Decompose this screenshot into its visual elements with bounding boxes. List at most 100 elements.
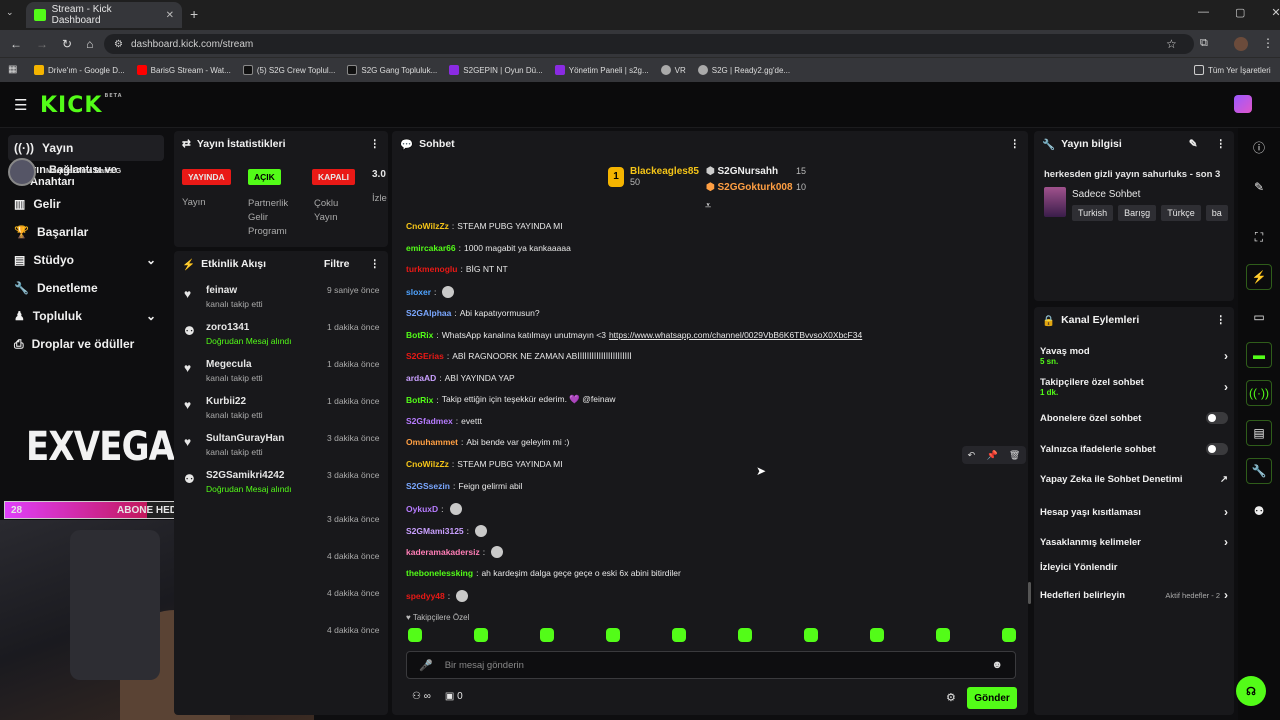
- sidebar-item-droplar[interactable]: ⎙ Droplar ve ödüller: [8, 331, 164, 357]
- profile-avatar[interactable]: [1234, 37, 1248, 51]
- kebab-menu-icon[interactable]: ⋮: [1216, 138, 1227, 150]
- activity-row[interactable]: ⚉ S2GSamikri4242 Doğrudan Mesaj alındı 3…: [182, 468, 382, 504]
- sidebar-item-basarilar[interactable]: 🏆 Başarılar: [8, 219, 164, 245]
- sidebar-item-gelir[interactable]: ▥ Gelir: [8, 191, 164, 217]
- channel-action-row[interactable]: Hedefleri belirleyin Aktif hedefler - 2 ›: [1040, 588, 1228, 602]
- kebab-menu-icon[interactable]: ⋮: [370, 258, 381, 270]
- tag[interactable]: Turkish: [1072, 205, 1114, 221]
- category-name[interactable]: Sadece Sohbet: [1072, 189, 1140, 200]
- edit-icon[interactable]: ✎: [1246, 174, 1272, 200]
- browser-tab[interactable]: Stream - Kick Dashboard ✕: [26, 2, 182, 28]
- chat-username[interactable]: S2GAlphaa: [406, 308, 451, 318]
- filter-button[interactable]: Filtre: [324, 258, 350, 270]
- delete-icon[interactable]: 🗑: [1009, 450, 1020, 461]
- browser-menu-icon[interactable]: ⋮: [1262, 36, 1274, 50]
- site-info-icon[interactable]: ⚙: [114, 39, 123, 50]
- send-button[interactable]: Gönder: [967, 687, 1017, 709]
- wrench-icon[interactable]: 🔧: [1246, 458, 1272, 484]
- channel-action-row[interactable]: Takipçilere özel sohbet 1 dk. ›: [1040, 377, 1228, 397]
- emote-icon[interactable]: [672, 628, 686, 642]
- channel-action-row[interactable]: Yalnızca ifadelerle sohbet: [1040, 443, 1228, 455]
- kebab-menu-icon[interactable]: ⋮: [370, 138, 381, 150]
- chat-message[interactable]: OykuxD:: [406, 503, 462, 515]
- chat-username[interactable]: S2GSsezin: [406, 481, 450, 491]
- emote-icon[interactable]: [474, 628, 488, 642]
- chat-message[interactable]: S2GMami3125:: [406, 525, 488, 537]
- activity-row[interactable]: ♥ SultanGurayHan kanalı takip etti 3 dak…: [182, 431, 382, 467]
- channel-action-row[interactable]: Yapay Zeka ile Sohbet Denetimi ↗: [1040, 474, 1228, 485]
- chat-message[interactable]: Omuhammet: Abi bende var geleyim mi :): [406, 437, 569, 447]
- layout-icon[interactable]: ▤: [1246, 420, 1272, 446]
- activity-username[interactable]: S2GSamikri4242: [206, 470, 284, 481]
- tab-list-button[interactable]: ⌄: [6, 7, 20, 21]
- sidebar-item-denetleme[interactable]: 🔧 Denetleme: [8, 275, 164, 301]
- chat-input[interactable]: 🎤 Bir mesaj gönderin ☻: [406, 651, 1016, 679]
- toggle-switch[interactable]: [1206, 443, 1228, 455]
- activity-username[interactable]: Megecula: [206, 359, 252, 370]
- users-infinity-icon[interactable]: ⚇ ∞: [412, 691, 431, 702]
- leaderboard-second[interactable]: ⬢ S2GNursahh: [706, 166, 778, 177]
- chat-message[interactable]: S2GErias: ABİ RAGNOORK NE ZAMAN ABİİİİİİİ…: [406, 351, 632, 361]
- chat-username[interactable]: ardaAD: [406, 373, 436, 383]
- tag[interactable]: Türkçe: [1161, 205, 1201, 221]
- chat-message[interactable]: emircakar66:1000 magabit ya kankaaaaa: [406, 243, 571, 253]
- channel-action-row[interactable]: Yavaş mod 5 sn. ›: [1040, 346, 1228, 366]
- chat-scrollbar[interactable]: [1028, 582, 1031, 604]
- kebab-menu-icon[interactable]: ⋮: [1216, 314, 1227, 326]
- all-bookmarks[interactable]: Tüm Yer İşaretleri: [1194, 65, 1271, 75]
- activity-username[interactable]: SultanGurayHan: [206, 433, 284, 444]
- chat-username[interactable]: emircakar66: [406, 243, 456, 253]
- activity-row[interactable]: ♥ feinaw kanalı takip etti 9 saniye önce: [182, 283, 382, 319]
- bookmark-item[interactable]: Yönetim Paneli | s2g...: [554, 65, 649, 75]
- broadcast-icon[interactable]: ((·)): [1246, 380, 1272, 406]
- lightning-icon[interactable]: ⚡: [1246, 264, 1272, 290]
- tag[interactable]: ba: [1205, 205, 1228, 221]
- info-icon[interactable]: ⓘ: [1246, 134, 1272, 160]
- chat-message[interactable]: CnoWilzZz: STEAM PUBG YAYINDA MI: [406, 459, 563, 469]
- forward-icon[interactable]: →: [36, 37, 48, 51]
- toggle-switch[interactable]: [1206, 412, 1228, 424]
- chat-link[interactable]: https://www.whatsapp.com/channel/0029VbB…: [609, 330, 862, 340]
- pin-icon[interactable]: 📌: [986, 450, 997, 461]
- close-window-icon[interactable]: ✕: [1271, 6, 1280, 19]
- support-button[interactable]: ☊: [1236, 676, 1266, 706]
- chat-message[interactable]: S2Gfadmex: evettt: [406, 416, 482, 426]
- chat-username[interactable]: kaderamakadersiz: [406, 547, 480, 557]
- community-icon[interactable]: ⚉: [1246, 498, 1272, 524]
- chat-username[interactable]: S2GErias: [406, 351, 444, 361]
- user-avatar[interactable]: [1234, 95, 1252, 113]
- chat-message[interactable]: S2GSsezin: Feign gelirmi abil: [406, 481, 523, 491]
- activity-username[interactable]: Kurbii22: [206, 396, 246, 407]
- chat-username[interactable]: BotRix: [406, 330, 433, 340]
- activity-row[interactable]: ⚉ zoro1341 Doğrudan Mesaj alındı 1 dakik…: [182, 320, 382, 356]
- activity-username[interactable]: feinaw: [206, 285, 237, 296]
- activity-row[interactable]: ♥ Kurbii22 kanalı takip etti 1 dakika ön…: [182, 394, 382, 430]
- emote-icon[interactable]: [408, 628, 422, 642]
- emote-icon[interactable]: [738, 628, 752, 642]
- emote-icon[interactable]: [870, 628, 884, 642]
- chat-username[interactable]: Omuhammet: [406, 437, 458, 447]
- chat-username[interactable]: S2GMami3125: [406, 526, 464, 536]
- activity-row[interactable]: ♥ Megecula kanalı takip etti 1 dakika ön…: [182, 357, 382, 393]
- edit-icon[interactable]: ✎: [1189, 138, 1198, 150]
- chat-message[interactable]: CnoWilzZz: STEAM PUBG YAYINDA MI: [406, 221, 563, 231]
- emote-icon[interactable]: [936, 628, 950, 642]
- chat-username[interactable]: sloxer: [406, 287, 431, 297]
- emote-icon[interactable]: [606, 628, 620, 642]
- channel-action-row[interactable]: Hesap yaşı kısıtlaması ›: [1040, 505, 1228, 519]
- chat-message[interactable]: BotRix: WhatsApp kanalına katılmayı unutm…: [406, 330, 862, 340]
- emote-icon[interactable]: [804, 628, 818, 642]
- leaderboard-third[interactable]: ⬢ S2GGokturk008: [706, 182, 793, 193]
- sidebar-item-yayin[interactable]: ((·)) Yayın: [8, 135, 164, 161]
- channel-action-row[interactable]: Yasaklanmış kelimeler ›: [1040, 535, 1228, 549]
- chat-username[interactable]: turkmenoglu: [406, 264, 457, 274]
- chat-message[interactable]: BotRix: Takip ettiğin için teşekkür ederi…: [406, 394, 615, 405]
- chat-message[interactable]: ardaAD: ABİ YAYINDA YAP: [406, 373, 515, 383]
- bookmark-item[interactable]: S2G | Ready2.gg'de...: [697, 65, 790, 75]
- reload-icon[interactable]: ↻: [62, 37, 72, 51]
- restore-icon[interactable]: ▢: [1235, 6, 1245, 19]
- chat-message[interactable]: kaderamakadersiz:: [406, 546, 504, 558]
- expand-icon[interactable]: ⛶: [1246, 224, 1272, 250]
- chat-message[interactable]: sloxer:: [406, 286, 455, 298]
- apps-grid-icon[interactable]: ▦: [8, 64, 17, 75]
